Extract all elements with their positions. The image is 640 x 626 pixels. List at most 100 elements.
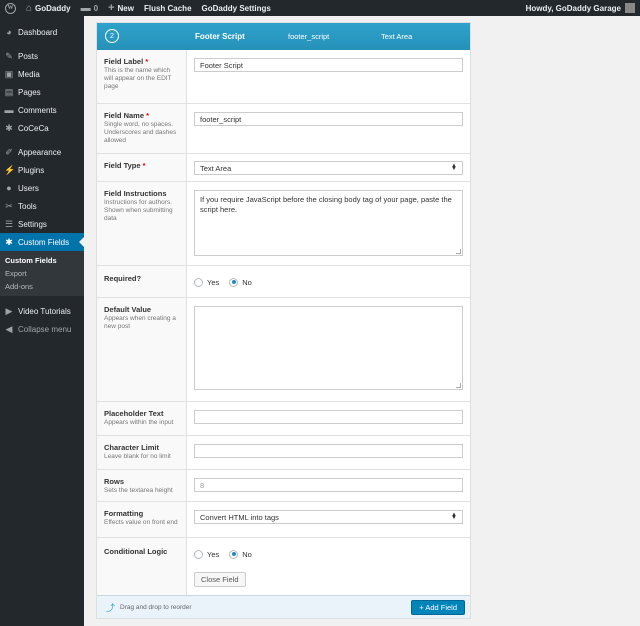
submenu-add-ons[interactable]: Add-ons	[0, 280, 84, 293]
field-type-select[interactable]: Text Area ▲ ▼	[194, 161, 463, 175]
menu-tools[interactable]: ✂ Tools	[0, 197, 84, 215]
media-icon: ▣	[4, 68, 14, 79]
rows-input[interactable]: 8	[194, 478, 463, 492]
field-label-desc: This is the name which will appear on th…	[104, 67, 172, 90]
field-instructions-desc: Instructions for authors. Shown when sub…	[104, 199, 173, 222]
field-instructions-title: Field Instructions	[104, 189, 167, 198]
menu-comments[interactable]: ▬ Comments	[0, 101, 84, 119]
godaddy-settings-label: GoDaddy Settings	[201, 3, 271, 13]
close-field-button[interactable]: Close Field	[194, 572, 246, 587]
menu-plugins[interactable]: ⚡ Plugins	[0, 161, 84, 179]
reorder-hint: Drag and drop to reorder	[120, 603, 192, 611]
conditional-logic-title: Conditional Logic	[104, 547, 168, 556]
menu-label: Users	[18, 183, 39, 193]
char-limit-row: Character Limit Leave blank for no limit	[97, 436, 470, 470]
field-type-title: Field Type *	[104, 161, 146, 170]
field-label-title: Field Label *	[104, 57, 149, 66]
page-icon: ▤	[4, 86, 14, 97]
menu-video-tutorials[interactable]: ▶ Video Tutorials	[0, 302, 84, 320]
default-value-textarea[interactable]	[194, 306, 463, 390]
placeholder-input[interactable]	[194, 410, 463, 424]
menu-label: Comments	[18, 105, 57, 115]
menu-custom-fields[interactable]: ✱ Custom Fields	[0, 233, 84, 251]
add-field-button[interactable]: + Add Field	[411, 600, 465, 615]
menu-dashboard[interactable]: ◕ Dashboard	[0, 23, 84, 41]
placeholder-desc: Appears within the input	[104, 419, 174, 426]
submenu-export[interactable]: Export	[0, 267, 84, 280]
pin-icon: ✎	[5, 50, 13, 61]
rows-title: Rows	[104, 477, 125, 486]
site-name-label: GoDaddy	[35, 3, 71, 13]
collapse-menu-button[interactable]: ◀ Collapse menu	[0, 320, 84, 338]
submenu-custom-fields[interactable]: Custom Fields	[0, 254, 84, 267]
comments-count: 0	[93, 3, 99, 13]
flush-cache-link[interactable]: Flush Cache	[139, 0, 197, 16]
char-limit-input[interactable]	[194, 444, 463, 458]
menu-label: Custom Fields	[18, 237, 70, 247]
comments-link[interactable]: ▬ 0	[76, 0, 103, 16]
field-header[interactable]: 2 Footer Script footer_script Text Area	[97, 23, 470, 50]
menu-settings[interactable]: ☰ Settings	[0, 215, 84, 233]
conditional-yes-radio[interactable]: Yes	[194, 549, 219, 559]
menu-label: Posts	[18, 51, 39, 61]
rows-desc: Sets the textarea height	[104, 487, 173, 494]
field-label-input[interactable]: Footer Script	[194, 58, 463, 72]
gear-icon: ✱	[5, 236, 13, 247]
menu-label: Settings	[18, 219, 47, 229]
select-arrows-icon: ▲ ▼	[451, 163, 457, 172]
radio-circle-selected	[229, 277, 239, 287]
radio-circle	[194, 277, 203, 287]
placeholder-title: Placeholder Text	[104, 409, 164, 418]
dashboard-icon: ◕	[6, 27, 12, 37]
field-header-name: footer_script	[288, 32, 330, 41]
char-limit-title: Character Limit	[104, 443, 160, 452]
menu-label: Tools	[18, 201, 37, 211]
field-instructions-textarea[interactable]: If you require JavaScript before the clo…	[194, 190, 463, 256]
menu-media[interactable]: ▣ Media	[0, 65, 84, 83]
formatting-row: Formatting Effects value on front end Co…	[97, 502, 470, 538]
menu-label: Dashboard	[18, 27, 58, 37]
my-account-link[interactable]: Howdy, GoDaddy Garage	[521, 0, 640, 16]
menu-label: Appearance	[18, 147, 62, 157]
flush-cache-label: Flush Cache	[143, 3, 192, 13]
video-icon: ▶	[5, 305, 13, 316]
collapse-label: Collapse menu	[18, 324, 72, 334]
field-header-label: Footer Script	[195, 32, 245, 41]
select-arrows-icon: ▲ ▼	[451, 512, 457, 521]
required-yes-radio[interactable]: Yes	[194, 277, 219, 287]
comment-icon: ▬	[4, 105, 14, 115]
godaddy-settings-link[interactable]: GoDaddy Settings	[197, 0, 276, 16]
field-name-row: Field Name * Single word, no spaces. Und…	[97, 104, 470, 154]
wordpress-icon: W	[5, 2, 16, 14]
menu-pages[interactable]: ▤ Pages	[0, 83, 84, 101]
formatting-desc: Effects value on front end	[104, 519, 178, 526]
menu-users[interactable]: ● Users	[0, 179, 84, 197]
new-content-link[interactable]: + New	[103, 0, 139, 16]
menu-posts[interactable]: ✎ Posts	[0, 47, 84, 65]
comment-bubble-icon: ▬	[80, 2, 91, 14]
user-icon: ●	[6, 183, 12, 193]
plugin-icon: ⚡	[4, 164, 16, 175]
menu-label: Pages	[18, 87, 41, 97]
menu-label: Video Tutorials	[18, 306, 71, 316]
field-label-row: Field Label * This is the name which wil…	[97, 50, 470, 104]
conditional-no-radio[interactable]: No	[229, 549, 252, 559]
custom-fields-submenu: Custom Fields Export Add-ons	[0, 251, 84, 296]
default-value-title: Default Value	[104, 305, 152, 314]
radio-circle-selected	[229, 549, 239, 559]
new-label: New	[117, 3, 134, 13]
formatting-title: Formatting	[104, 509, 144, 518]
menu-coceca[interactable]: ✱ CoCeCa	[0, 119, 84, 137]
formatting-select[interactable]: Convert HTML into tags ▲ ▼	[194, 510, 463, 524]
plus-icon: +	[108, 2, 115, 14]
default-value-desc: Appears when creating a new post	[104, 315, 176, 330]
required-no-radio[interactable]: No	[229, 277, 252, 287]
menu-label: CoCeCa	[18, 123, 49, 133]
brush-icon: ✐	[5, 146, 13, 157]
wp-logo-button[interactable]: W	[0, 0, 21, 16]
field-name-input[interactable]: footer_script	[194, 112, 463, 126]
default-value-row: Default Value Appears when creating a ne…	[97, 298, 470, 402]
admin-sidebar: ◕ Dashboard ✎ Posts ▣ Media ▤ Pages ▬ Comment…	[0, 16, 84, 626]
menu-appearance[interactable]: ✐ Appearance	[0, 143, 84, 161]
site-name-link[interactable]: ⌂ GoDaddy	[21, 0, 76, 16]
